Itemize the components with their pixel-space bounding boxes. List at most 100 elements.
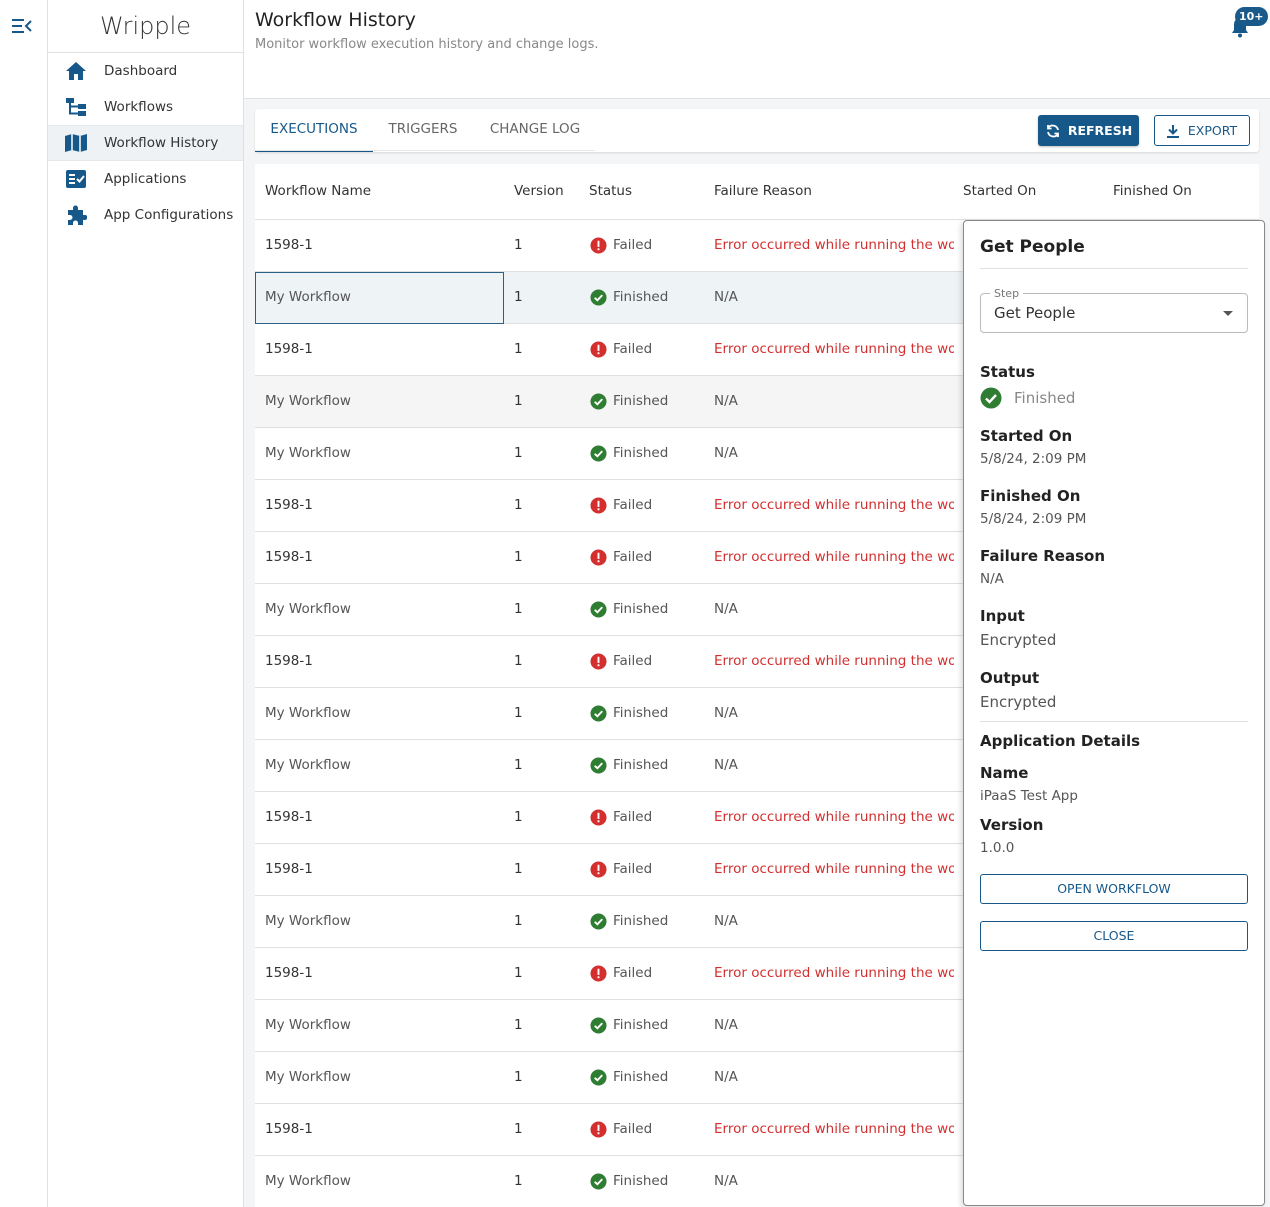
failure-reason-cell: N/A xyxy=(714,445,738,461)
column-header-workflow-name[interactable]: Workflow Name xyxy=(265,164,371,220)
close-button[interactable]: CLOSE xyxy=(980,921,1248,951)
status-cell: Finished xyxy=(590,1156,700,1207)
status-cell: Failed xyxy=(590,324,700,375)
failure-reason-cell: N/A xyxy=(714,913,738,929)
tab-bar: EXECUTIONS TRIGGERS CHANGE LOG REFRESH E… xyxy=(255,109,1259,152)
check-circle-icon xyxy=(590,1173,607,1190)
status-text: Finished xyxy=(613,1069,669,1085)
version-cell: 1 xyxy=(514,445,523,461)
version-cell: 1 xyxy=(514,861,523,877)
column-header-finished-on[interactable]: Finished On xyxy=(1113,164,1192,220)
status-label: Status xyxy=(980,363,1035,381)
failure-reason-cell: Error occurred while running the workflo… xyxy=(714,341,954,357)
workflow-name-cell: My Workflow xyxy=(265,393,351,409)
version-cell: 1 xyxy=(514,497,523,513)
workflow-name-cell: My Workflow xyxy=(265,601,351,617)
version-cell: 1 xyxy=(514,1069,523,1085)
sidebar-item-workflow-history[interactable]: Workflow History xyxy=(48,125,243,161)
version-cell: 1 xyxy=(514,289,523,305)
version-cell: 1 xyxy=(514,1017,523,1033)
status-text: Finished xyxy=(613,913,669,929)
open-workflow-button[interactable]: OPEN WORKFLOW xyxy=(980,874,1248,904)
step-select-value: Get People xyxy=(994,304,1076,322)
download-icon xyxy=(1166,124,1179,138)
column-header-version[interactable]: Version xyxy=(514,164,564,220)
sidebar-item-app-configurations[interactable]: App Configurations xyxy=(48,197,243,233)
finished-on-label: Finished On xyxy=(980,487,1081,505)
input-value: Encrypted xyxy=(980,631,1057,649)
workflow-name-cell: My Workflow xyxy=(265,1017,351,1033)
status-cell: Failed xyxy=(590,220,700,271)
panel-title: Get People xyxy=(980,237,1085,257)
status-text: Finished xyxy=(613,445,669,461)
status-cell: Failed xyxy=(590,1104,700,1155)
panel-divider xyxy=(980,721,1248,722)
sidebar-item-label: Workflow History xyxy=(104,135,219,151)
tab-underline xyxy=(255,150,595,151)
check-circle-icon xyxy=(590,913,607,930)
check-circle-icon xyxy=(590,601,607,618)
workflow-name-cell: My Workflow xyxy=(265,1069,351,1085)
column-header-failure-reason[interactable]: Failure Reason xyxy=(714,164,812,220)
column-header-status[interactable]: Status xyxy=(589,164,632,220)
checklist-icon xyxy=(64,167,88,191)
workflow-name-cell: 1598-1 xyxy=(265,861,313,877)
sidebar-item-label: Applications xyxy=(104,171,187,187)
failure-reason-cell: Error occurred while running the workflo… xyxy=(714,549,954,565)
started-on-value: 5/8/24, 2:09 PM xyxy=(980,451,1087,467)
page-header: Workflow History Monitor workflow execut… xyxy=(244,0,1270,99)
workflow-name-cell: 1598-1 xyxy=(265,497,313,513)
workflow-name-cell: My Workflow xyxy=(265,705,351,721)
map-book-icon xyxy=(64,131,88,155)
sidebar-item-dashboard[interactable]: Dashboard xyxy=(48,53,243,89)
step-select[interactable]: Step Get People xyxy=(980,287,1248,333)
tab-change-log[interactable]: CHANGE LOG xyxy=(473,109,597,152)
error-circle-icon xyxy=(590,861,607,878)
status-text: Finished xyxy=(613,1173,669,1189)
failure-reason-cell: Error occurred while running the workflo… xyxy=(714,497,954,513)
column-header-started-on[interactable]: Started On xyxy=(963,164,1036,220)
failure-reason-cell: N/A xyxy=(714,393,738,409)
tab-triggers[interactable]: TRIGGERS xyxy=(373,109,473,152)
app-name-value: iPaaS Test App xyxy=(980,788,1078,804)
sidebar-item-workflows[interactable]: Workflows xyxy=(48,89,243,125)
panel-divider xyxy=(980,268,1248,269)
refresh-button[interactable]: REFRESH xyxy=(1038,115,1139,146)
app-version-label: Version xyxy=(980,816,1044,834)
status-cell: Finished xyxy=(590,896,700,947)
status-cell: Finished xyxy=(590,688,700,739)
status-text: Failed xyxy=(613,861,653,877)
failure-reason-value: N/A xyxy=(980,571,1004,587)
check-circle-icon xyxy=(590,1069,607,1086)
status-text: Failed xyxy=(613,549,653,565)
version-cell: 1 xyxy=(514,757,523,773)
status-text: Finished xyxy=(613,393,669,409)
workflow-name-cell: 1598-1 xyxy=(265,809,313,825)
sidebar-item-applications[interactable]: Applications xyxy=(48,161,243,197)
version-cell: 1 xyxy=(514,601,523,617)
started-on-label: Started On xyxy=(980,427,1073,445)
tab-executions[interactable]: EXECUTIONS xyxy=(255,109,373,152)
step-select-label: Step xyxy=(990,287,1024,300)
error-circle-icon xyxy=(590,341,607,358)
failure-reason-cell: Error occurred while running the workflo… xyxy=(714,653,954,669)
status-text: Failed xyxy=(613,1121,653,1137)
export-button[interactable]: EXPORT xyxy=(1154,115,1250,146)
workflow-name-cell: 1598-1 xyxy=(265,1121,313,1137)
workflow-name-cell: My Workflow xyxy=(265,757,351,773)
refresh-icon xyxy=(1046,124,1059,137)
collapse-menu-icon[interactable] xyxy=(12,17,32,35)
app-version-value: 1.0.0 xyxy=(980,840,1015,856)
workflow-name-cell: 1598-1 xyxy=(265,549,313,565)
check-circle-icon xyxy=(590,289,607,306)
input-label: Input xyxy=(980,607,1025,625)
version-cell: 1 xyxy=(514,913,523,929)
status-cell: Finished xyxy=(590,584,700,635)
version-cell: 1 xyxy=(514,341,523,357)
version-cell: 1 xyxy=(514,549,523,565)
error-circle-icon xyxy=(590,809,607,826)
workflow-name-cell: 1598-1 xyxy=(265,237,313,253)
error-circle-icon xyxy=(590,965,607,982)
sidebar-item-label: Dashboard xyxy=(104,63,178,79)
workflow-name-cell: My Workflow xyxy=(265,913,351,929)
